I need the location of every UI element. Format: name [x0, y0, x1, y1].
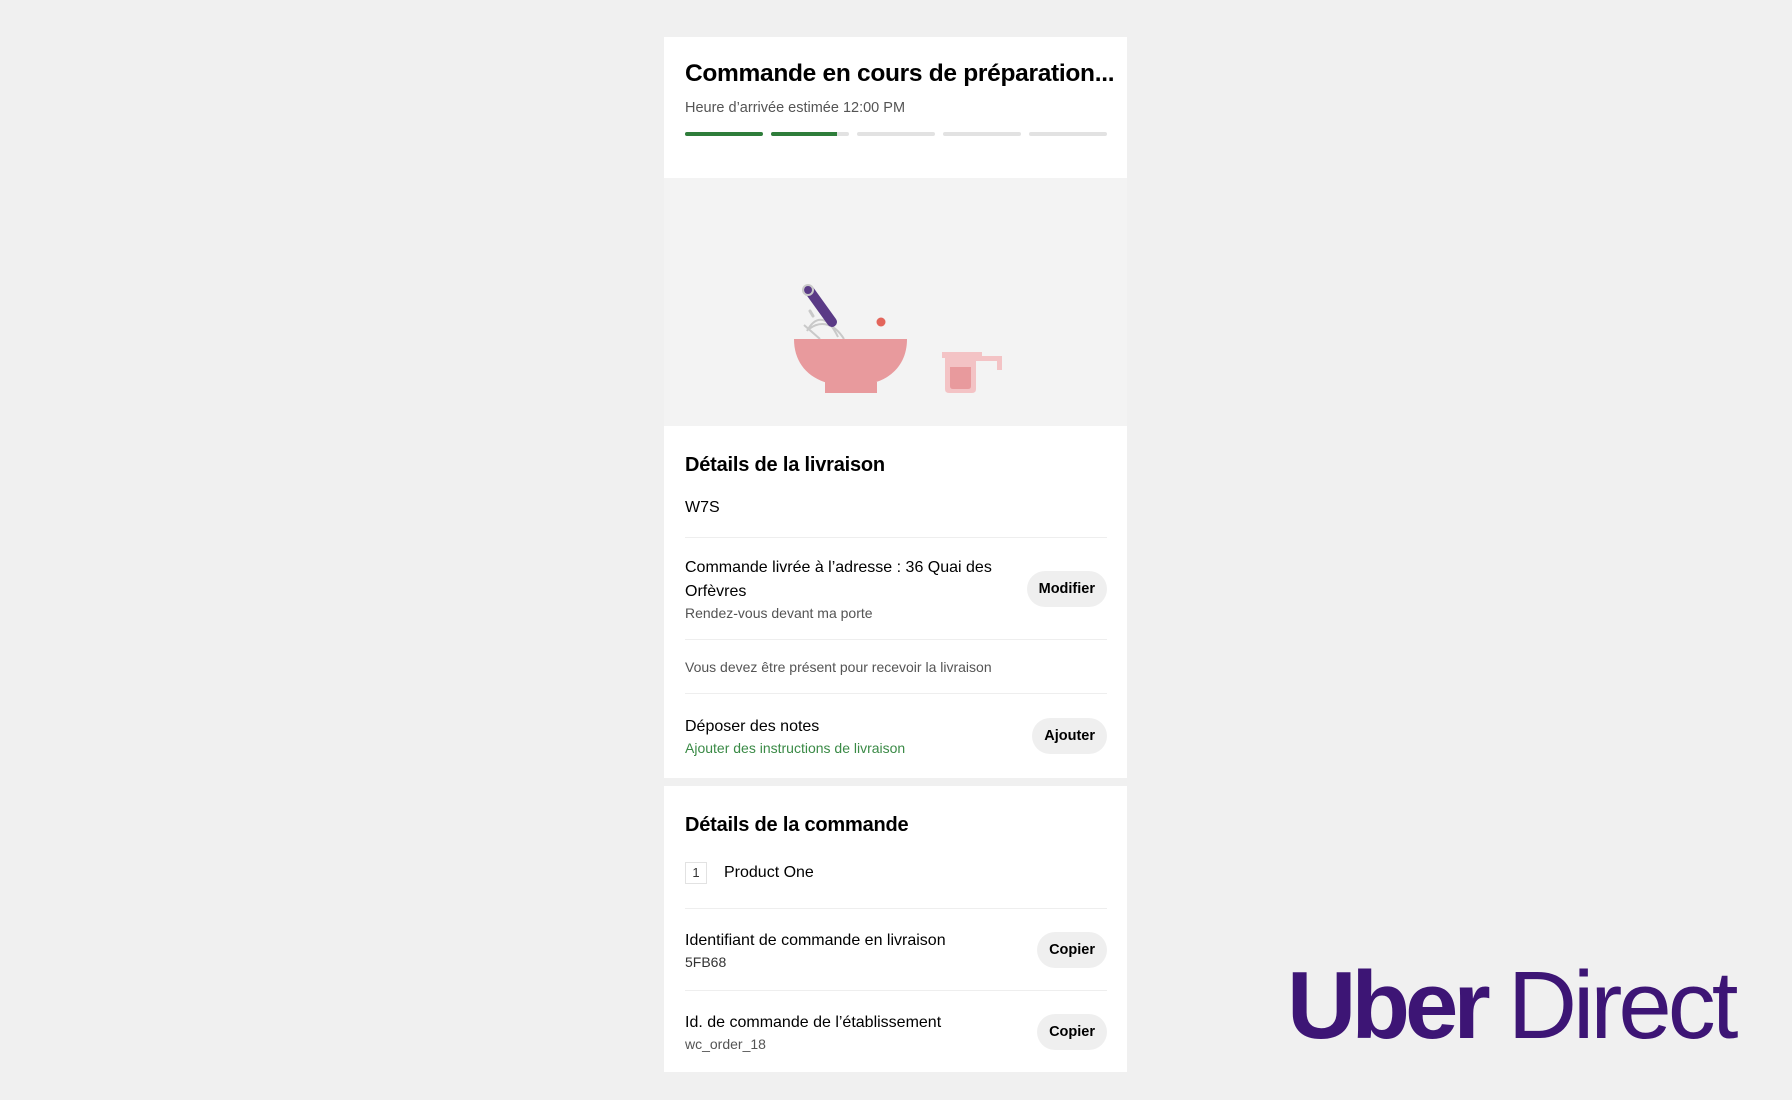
- drop-notes-label: Déposer des notes: [685, 718, 820, 735]
- progress-segment: [685, 132, 763, 136]
- progress-segment: [1029, 132, 1107, 136]
- store-order-id-row: Id. de commande de l’établissement wc_or…: [685, 990, 1107, 1072]
- store-order-id-label: Id. de commande de l’établissement: [685, 1013, 942, 1031]
- sauce-drop: [876, 317, 886, 327]
- section-divider: [664, 778, 1127, 786]
- brand-logo: Uber Direct: [1287, 958, 1738, 1054]
- measuring-cup-icon: [942, 352, 1002, 393]
- presence-note: Vous devez être présent pour recevoir la…: [685, 658, 992, 675]
- brand-logo-direct: Direct: [1507, 952, 1739, 1059]
- list-item: 1 Product One: [685, 838, 1107, 908]
- delivery-order-id-value: 5FB68: [685, 953, 727, 970]
- modify-address-button[interactable]: Modifier: [1026, 570, 1107, 607]
- add-notes-button[interactable]: Ajouter: [1032, 718, 1107, 754]
- add-instructions-link[interactable]: Ajouter des instructions de livraison: [685, 739, 1032, 757]
- preparation-illustration: [664, 178, 1127, 426]
- order-status-header: Commande en cours de préparation... Heur…: [664, 37, 1127, 178]
- section-title: Détails de la commande: [685, 814, 909, 836]
- progress-tracker: [685, 132, 1107, 136]
- progress-segment: [771, 132, 849, 136]
- delivery-order-id-label: Identifiant de commande en livraison: [685, 931, 946, 949]
- brand-logo-uber: Uber: [1287, 952, 1491, 1059]
- store-order-id-value: wc_order_18: [685, 1035, 766, 1052]
- drop-notes-row: Déposer des notes Ajouter des instructio…: [685, 693, 1107, 778]
- delivery-code: W7S: [685, 498, 720, 516]
- mixing-bowl-icon: [794, 339, 907, 393]
- copy-store-id-button[interactable]: Copier: [1037, 1013, 1107, 1050]
- progress-segment: [943, 132, 1021, 136]
- presence-note-row: Vous devez être présent pour recevoir la…: [685, 639, 1107, 693]
- order-details-section: Détails de la commande 1 Product One Ide…: [664, 786, 1127, 1072]
- page-title: Commande en cours de préparation...: [685, 60, 1115, 87]
- item-name: Product One: [724, 864, 814, 881]
- progress-segment: [857, 132, 935, 136]
- whisk-icon: [802, 284, 845, 340]
- delivery-address: Commande livrée à l’adresse : 36 Quai de…: [685, 558, 992, 600]
- section-title: Détails de la livraison: [685, 454, 885, 476]
- copy-delivery-id-button[interactable]: Copier: [1037, 931, 1107, 968]
- delivery-order-id-row: Identifiant de commande en livraison 5FB…: [685, 908, 1107, 990]
- delivery-code-row: W7S: [685, 478, 1107, 537]
- delivery-details-section: Détails de la livraison W7S Commande liv…: [664, 426, 1127, 778]
- delivery-address-note: Rendez-vous devant ma porte: [685, 604, 873, 621]
- delivery-address-row: Commande livrée à l’adresse : 36 Quai de…: [685, 537, 1107, 639]
- order-tracking-card: Commande en cours de préparation... Heur…: [664, 37, 1127, 1072]
- item-quantity: 1: [685, 862, 707, 884]
- eta-text: Heure d’arrivée estimée 12:00 PM: [685, 100, 906, 116]
